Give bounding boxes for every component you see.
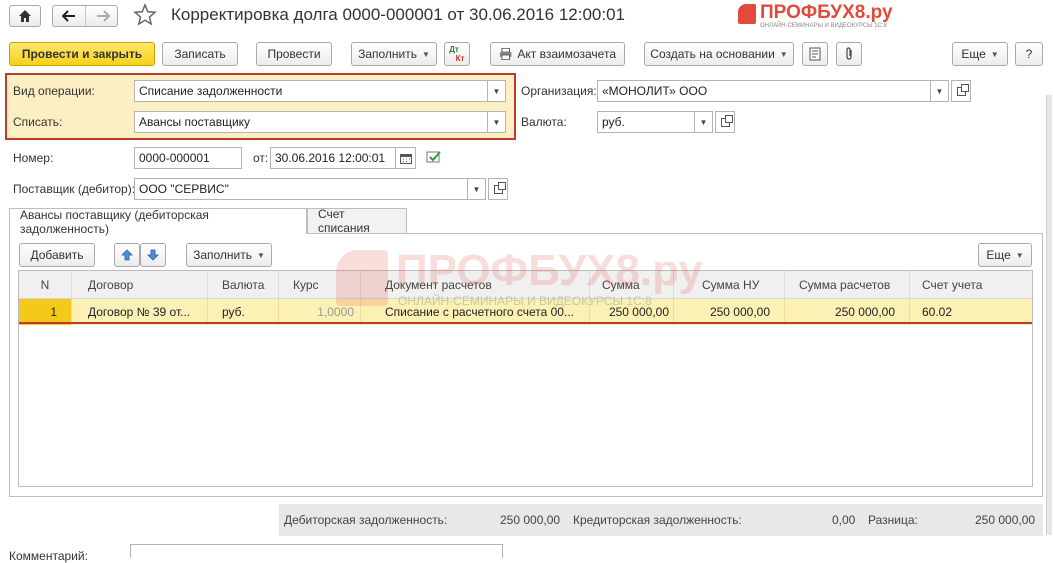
caret-down-icon: ▼ (779, 49, 788, 59)
writeoff-dropdown[interactable]: ▼ (488, 111, 506, 133)
forward-button[interactable] (86, 6, 119, 26)
move-up-button[interactable] (114, 243, 140, 267)
dt-kt-icon-top: Дт (449, 45, 459, 54)
dt-kt-icon-bottom: Кт (455, 54, 465, 63)
back-button[interactable] (53, 6, 86, 26)
writeoff-field[interactable]: Авансы поставщику (134, 111, 488, 133)
act-button[interactable]: Акт взаимозачета (490, 42, 625, 66)
document-icon (809, 47, 821, 61)
open-icon (493, 181, 506, 194)
caret-down-icon: ▼ (422, 49, 430, 59)
brand-watermark-sub: ОНЛАЙН-СЕМИНАРЫ И ВИДЕОКУРСЫ 1С:8 (760, 23, 887, 29)
debit-label: Дебиторская задолженность: (284, 513, 448, 527)
help-button[interactable]: ? (1015, 42, 1043, 66)
date-field[interactable]: 30.06.2016 12:00:01 (270, 147, 396, 169)
arrow-right-icon (96, 10, 110, 22)
history-nav (52, 5, 118, 27)
org-dropdown[interactable]: ▼ (931, 80, 949, 102)
org-label: Организация: (521, 84, 597, 98)
org-field[interactable]: «МОНОЛИТ» ООО (597, 80, 931, 102)
more-button[interactable]: Еще ▼ (952, 42, 1008, 66)
operation-label: Вид операции: (13, 84, 95, 98)
caret-down-icon: ▼ (492, 86, 501, 96)
comment-field[interactable] (130, 544, 503, 558)
supplier-open-button[interactable] (488, 178, 508, 200)
supplier-dropdown[interactable]: ▼ (468, 178, 486, 200)
paperclip-icon (846, 47, 852, 60)
status-check-icon[interactable] (426, 150, 442, 164)
printer-icon (499, 48, 512, 60)
table-more-button[interactable]: Еще ▼ (978, 243, 1032, 267)
dt-kt-button[interactable]: Дт Кт (444, 42, 470, 66)
org-open-button[interactable] (951, 80, 971, 102)
caret-down-icon: ▼ (472, 184, 481, 194)
tab-writeoff-account[interactable]: Счет списания (307, 207, 407, 235)
move-down-button[interactable] (140, 243, 166, 267)
caret-down-icon: ▼ (1015, 250, 1024, 260)
add-row-button[interactable]: Добавить (19, 243, 95, 267)
col-header-n[interactable]: N (19, 271, 72, 299)
brand-watermark: ПРОФБУХ8.ру (760, 2, 893, 23)
page-title: Корректировка долга 0000-000001 от 30.06… (171, 5, 625, 24)
save-button[interactable]: Записать (162, 42, 238, 66)
center-watermark-sub: ОНЛАЙН-СЕМИНАРЫ И ВИДЕОКУРСЫ 1С:8 (398, 294, 652, 308)
col-header-account[interactable]: Счет учета (910, 271, 1032, 299)
caret-down-icon: ▼ (699, 117, 708, 127)
calendar-icon (399, 153, 412, 164)
operation-field[interactable]: Списание задолженности (134, 80, 488, 102)
center-watermark: ПРОФБУХ8.ру (396, 246, 703, 295)
table-fill-button[interactable]: Заполнить ▼ (186, 243, 272, 267)
credit-label: Кредиторская задолженность: (573, 513, 742, 527)
number-field[interactable]: 0000-000001 (134, 147, 242, 169)
open-icon (720, 114, 733, 127)
favorite-star-icon[interactable] (133, 3, 157, 27)
arrow-down-icon (147, 249, 159, 261)
writeoff-label: Списать: (13, 115, 63, 129)
supplier-field[interactable]: ООО "СЕРВИС" (134, 178, 468, 200)
create-based-button[interactable]: Создать на основании ▼ (644, 42, 794, 66)
caret-down-icon: ▼ (492, 117, 501, 127)
post-button[interactable]: Провести (256, 42, 332, 66)
number-label: Номер: (13, 151, 54, 165)
col-header-contract[interactable]: Договор (72, 271, 208, 299)
date-label: от: (253, 151, 269, 165)
col-header-currency[interactable]: Валюта (208, 271, 279, 299)
comment-label: Комментарий: (9, 549, 88, 563)
arrow-up-icon (121, 249, 133, 261)
row-underline-annotation (19, 322, 1032, 324)
diff-value: 250 000,00 (975, 513, 1036, 527)
caret-down-icon: ▼ (935, 86, 944, 96)
form-scrollbar[interactable] (1046, 95, 1052, 535)
currency-open-button[interactable] (715, 111, 735, 133)
caret-down-icon: ▼ (990, 49, 999, 59)
brand-logo-icon (738, 4, 756, 24)
home-button[interactable] (9, 5, 41, 27)
debit-value: 250 000,00 (500, 513, 561, 527)
credit-value: 0,00 (832, 513, 856, 527)
open-icon (956, 83, 969, 96)
currency-dropdown[interactable]: ▼ (695, 111, 713, 133)
report-button[interactable] (802, 42, 828, 66)
attach-button[interactable] (836, 42, 862, 66)
operation-dropdown[interactable]: ▼ (488, 80, 506, 102)
col-header-settlement-amount[interactable]: Сумма расчетов (785, 271, 910, 299)
post-and-close-button[interactable]: Провести и закрыть (9, 42, 155, 66)
currency-label: Валюта: (521, 115, 567, 129)
fill-dropdown-button[interactable]: Заполнить ▼ (351, 42, 437, 66)
caret-down-icon: ▼ (257, 250, 265, 260)
diff-label: Разница: (868, 513, 918, 527)
currency-field[interactable]: руб. (597, 111, 695, 133)
arrow-left-icon (62, 10, 75, 22)
tab-advances[interactable]: Авансы поставщику (дебиторская задолженн… (9, 208, 307, 236)
center-watermark-logo-icon (336, 250, 388, 306)
supplier-label: Поставщик (дебитор): (13, 182, 136, 196)
calendar-button[interactable] (396, 147, 416, 169)
home-icon (19, 10, 31, 22)
